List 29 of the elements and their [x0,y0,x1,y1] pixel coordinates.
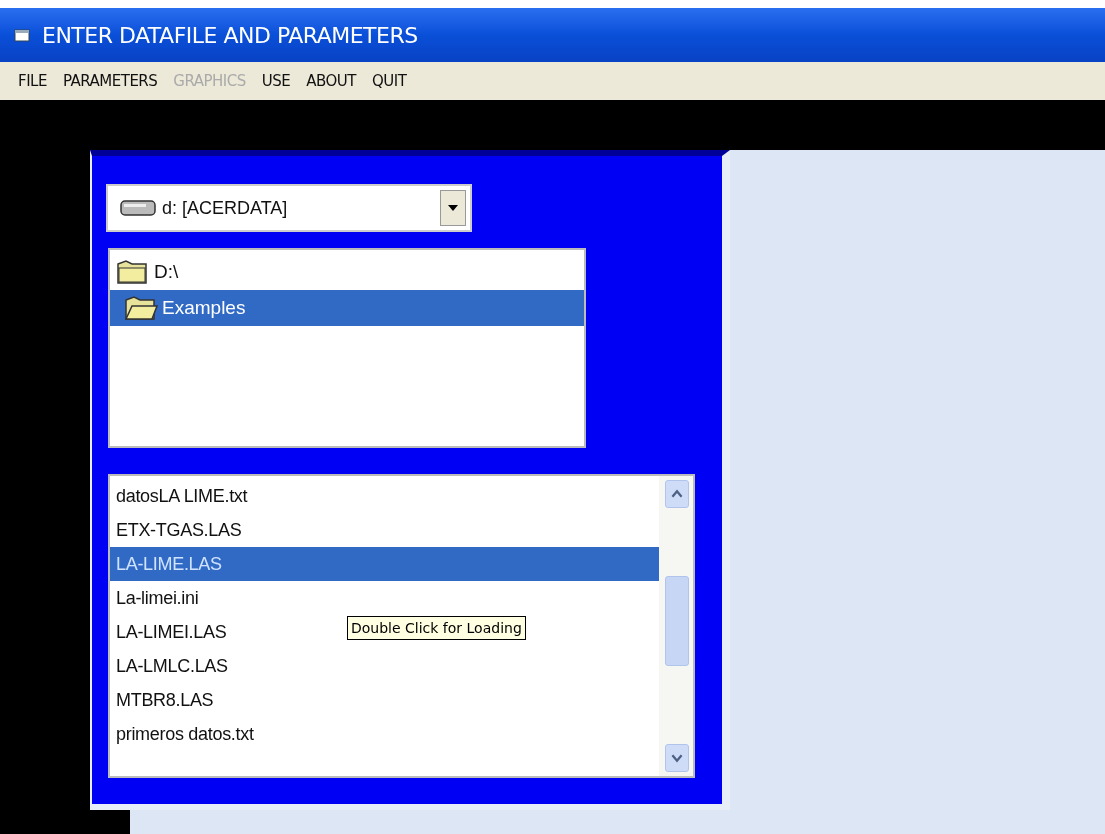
window-title: ENTER DATAFILE AND PARAMETERS [42,22,418,48]
list-row[interactable]: MTBR8.LAS [110,683,218,717]
tooltip: Double Click for Loading [347,616,526,640]
dropdown-button[interactable] [440,190,466,226]
directory-list[interactable]: D:\ Examples [108,248,586,448]
list-row[interactable]: La-limei.ini [110,581,203,615]
scroll-up-icon[interactable] [665,480,689,508]
list-row[interactable]: ETX-TGAS.LAS [110,513,246,547]
scroll-thumb[interactable] [665,576,689,666]
drive-dropdown[interactable]: d: [ACERDATA] [106,184,472,232]
list-row[interactable]: datosLA LIME.txt [110,479,252,513]
menu-item[interactable]: USE [261,72,291,90]
menu-item[interactable]: QUIT [372,72,407,90]
directory-item[interactable]: D:\ [110,254,584,290]
list-row[interactable]: primeros datos.txt [110,717,258,751]
directory-item[interactable]: Examples [110,290,584,326]
caret-icon [448,205,458,211]
folder-icon [124,294,158,322]
list-row[interactable]: LA-LMLC.LAS [110,649,232,683]
scrollbar[interactable] [659,476,693,776]
scroll-down-icon[interactable] [665,744,689,772]
list-row[interactable]: LA-LIMEI.LAS [110,615,231,649]
drive-icon [120,199,156,217]
window-icon [14,28,30,42]
folder-icon [116,258,150,286]
list-row[interactable]: LA-LIME.LAS [110,547,659,581]
menu-item[interactable]: FILE [18,72,47,90]
menu-item[interactable]: PARAMETERS [62,72,158,90]
menu-item[interactable]: ABOUT [306,72,356,90]
